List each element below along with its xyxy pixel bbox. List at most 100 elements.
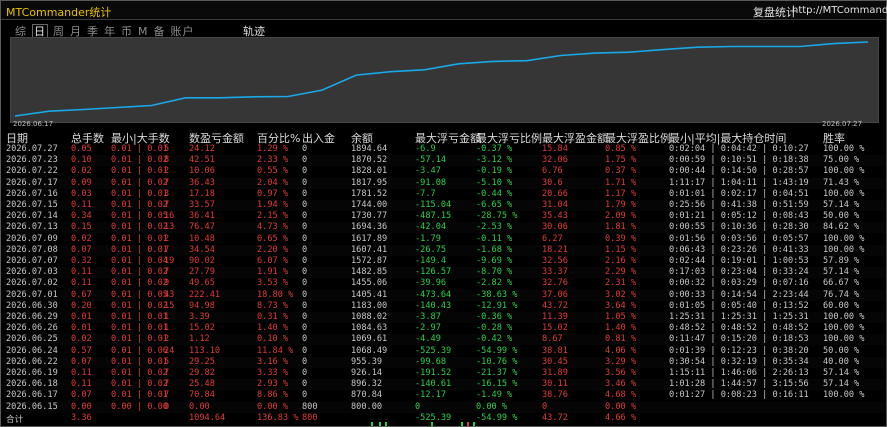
- cell-fpp: 1.71 %: [605, 177, 637, 188]
- cell-bal: 1482.85: [351, 267, 388, 278]
- table-row[interactable]: 2026.06.17 0.07 0.01 | 0.01 7 70.84 8.86 % 0 87…: [1, 390, 886, 401]
- cell-date: 2026.07.13: [6, 222, 58, 233]
- cell-cnt: 7: [164, 177, 170, 188]
- cell-flp: -0.36 %: [476, 312, 513, 322]
- table-row[interactable]: 2026.06.29 0.01 0.01 | 0.01 1 3.39 0.31 % 0 108…: [1, 312, 886, 323]
- cell-win: 76.74 %: [823, 289, 860, 300]
- cell-cnt: 7: [164, 368, 170, 378]
- table-row[interactable]: 2026.07.17 0.09 0.01 | 0.02 7 36.43 2.04 % 0 18…: [1, 177, 886, 189]
- table-row[interactable]: 2026.07.07 0.32 0.01 | 0.04 19 90.02 6.07 % 0 1…: [1, 256, 886, 267]
- cell-minmax: 0.01 | 0.01: [111, 144, 168, 154]
- cell-fpp: 0.81 %: [605, 334, 637, 345]
- table-row[interactable]: 2026.07.14 0.34 0.01 | 0.05 16 36.41 2.15 % 0 1…: [1, 211, 886, 222]
- total-label: 合计: [6, 415, 24, 425]
- cell-cnt: 1: [164, 323, 170, 334]
- cell-amt: 94.98: [189, 300, 215, 311]
- cell-flp: 0.00 %: [476, 401, 508, 412]
- table-row[interactable]: 2026.07.08 0.07 0.01 | 0.01 7 34.54 2.20 % 0 16…: [1, 244, 886, 256]
- cell-win: 57.14 %: [823, 379, 860, 390]
- cell-pct: 11.84 %: [257, 345, 294, 356]
- cell-date: 2026.07.07: [6, 256, 58, 266]
- table-row[interactable]: 2026.07.01 0.67 0.01 | 0.05 43 222.41 18.80 %…: [1, 289, 886, 301]
- cell-date: 2026.07.08: [6, 244, 58, 255]
- cell-pct: 2.33 %: [257, 155, 289, 166]
- cell-pct: 0.31 %: [257, 312, 289, 322]
- cell-total: 0.11: [71, 368, 92, 378]
- cell-bal: 1828.01: [351, 166, 388, 177]
- cell-date: 2026.06.19: [6, 368, 58, 378]
- cell-bal: 1870.52: [351, 155, 388, 166]
- cell-amt: 90.02: [189, 256, 215, 266]
- cell-io: 0: [302, 155, 308, 166]
- cell-fl: -57.14: [415, 155, 447, 166]
- cell-ts: 1:11:17 | 1:04:11 | 1:43:19: [669, 177, 809, 188]
- cell-io: 0: [302, 233, 308, 244]
- stats-window: MTCommander统计 复盘统计 http://MTCommander 综日…: [0, 0, 887, 427]
- cell-fpp: 0.00 %: [605, 401, 637, 412]
- total-profit: 1094.64: [189, 413, 226, 423]
- table-row[interactable]: 2026.07.09 0.02 0.01 | 0.01 2 10.48 0.65 % 0 16…: [1, 234, 886, 245]
- cell-pct: 0.10 %: [257, 334, 289, 345]
- table-row[interactable]: 2026.06.26 0.01 0.01 | 0.01 1 15.02 1.40 % 0 10…: [1, 323, 886, 334]
- cell-io: 0: [302, 267, 308, 278]
- table-row[interactable]: 2026.07.15 0.11 0.01 | 0.02 7 33.57 1.94 % 0 17…: [1, 200, 886, 211]
- cell-fpp: 0.39 %: [605, 233, 637, 244]
- cell-date: 2026.06.29: [6, 312, 58, 322]
- cell-fp: 31.04: [542, 200, 568, 210]
- cell-win: 100.00 %: [823, 144, 865, 154]
- cell-ts: 0:00:44 | 0:14:50 | 0:28:57: [669, 166, 809, 177]
- cell-date: 2026.06.15: [6, 401, 58, 412]
- table-row[interactable]: 2026.06.22 0.07 0.01 | 0.01 5 29.25 3.16 % 0 95…: [1, 356, 886, 368]
- cell-io: 0: [302, 222, 308, 233]
- table-row[interactable]: 2026.06.15 0.00 0.00 | 0.00 0 0.00 0.00 % 800 8…: [1, 401, 886, 413]
- table-row[interactable]: 2026.06.30 0.20 0.01 | 0.02 15 94.98 8.73 % 0 1…: [1, 301, 886, 312]
- cell-win: 100.00 %: [823, 244, 865, 255]
- cell-cnt: 1: [164, 312, 170, 322]
- table-row[interactable]: 2026.06.25 0.02 0.01 | 0.01 2 1.12 0.10 % 0 106…: [1, 334, 886, 346]
- cell-flp: -12.91 %: [476, 300, 518, 311]
- cell-fp: 20.66: [542, 188, 568, 199]
- table-row[interactable]: 2026.07.22 0.02 0.01 | 0.01 2 10.06 0.55 % 0 18…: [1, 166, 886, 177]
- replay-stats-button[interactable]: 复盘统计: [753, 4, 797, 20]
- table-row[interactable]: 2026.07.23 0.10 0.01 | 0.02 8 42.51 2.33 % 0 18…: [1, 155, 886, 167]
- cell-io: 0: [302, 323, 308, 334]
- cell-io: 0: [302, 144, 308, 154]
- cell-win: 75.00 %: [823, 155, 860, 166]
- cell-bal: 896.32: [351, 379, 383, 390]
- cell-fpp: 2.29 %: [605, 267, 637, 278]
- table-row[interactable]: 2026.06.24 0.57 0.01 | 0.06 24 113.10 11.84 %…: [1, 346, 886, 357]
- table-row[interactable]: 2026.07.27 0.05 0.01 | 0.01 5 24.12 1.29 % 0 18…: [1, 144, 886, 155]
- cell-flp: -1.49 %: [476, 390, 513, 401]
- table-row[interactable]: 2026.07.13 0.15 0.01 | 0.02 13 76.47 4.73 % 0 1…: [1, 222, 886, 234]
- cell-fp: 35.43: [542, 211, 568, 222]
- cell-cnt: 5: [164, 356, 170, 367]
- cell-io: 0: [302, 368, 308, 378]
- cell-fpp: 3.02 %: [605, 289, 637, 300]
- table-row[interactable]: 2026.06.19 0.11 0.01 | 0.02 7 29.82 3.33 % 0 92…: [1, 368, 886, 379]
- cell-bal: 1455.06: [351, 278, 388, 289]
- website-link[interactable]: http://MTCommander: [792, 5, 887, 16]
- cell-fl: -26.75: [415, 244, 447, 255]
- cell-date: 2026.07.22: [6, 166, 58, 177]
- table-row[interactable]: 2026.07.02 0.11 0.01 | 0.02 9 49.65 3.53 % 0 14…: [1, 278, 886, 289]
- cell-fp: 32.06: [542, 155, 568, 166]
- cell-cnt: 7: [164, 244, 170, 255]
- table-row[interactable]: 2026.07.03 0.11 0.01 | 0.02 7 27.79 1.91 % 0 14…: [1, 267, 886, 279]
- cell-date: 2026.07.15: [6, 200, 58, 210]
- table-row[interactable]: 2026.07.16 0.03 0.01 | 0.01 3 17.18 0.97 % 0 17…: [1, 189, 886, 200]
- cell-flp: -54.99 %: [476, 345, 518, 356]
- cell-fl: -525.39: [415, 345, 452, 356]
- cell-fp: 18.21: [542, 244, 568, 255]
- cell-date: 2026.07.23: [6, 155, 58, 166]
- cell-flp: -8.70 %: [476, 267, 513, 278]
- cell-fl: -473.64: [415, 289, 452, 300]
- cell-bal: 800.00: [351, 401, 383, 412]
- cell-minmax: 0.01 | 0.02: [111, 200, 168, 210]
- cell-flp: -38.63 %: [476, 289, 518, 300]
- table-row[interactable]: 2026.06.18 0.11 0.01 | 0.02 7 25.48 2.93 % 0 89…: [1, 379, 886, 391]
- cell-flp: -9.69 %: [476, 256, 513, 266]
- cell-fp: 43.72: [542, 300, 568, 311]
- cell-fpp: 2.16 %: [605, 256, 637, 266]
- cell-pct: 18.80 %: [257, 289, 294, 300]
- cell-fpp: 0.85 %: [605, 144, 637, 154]
